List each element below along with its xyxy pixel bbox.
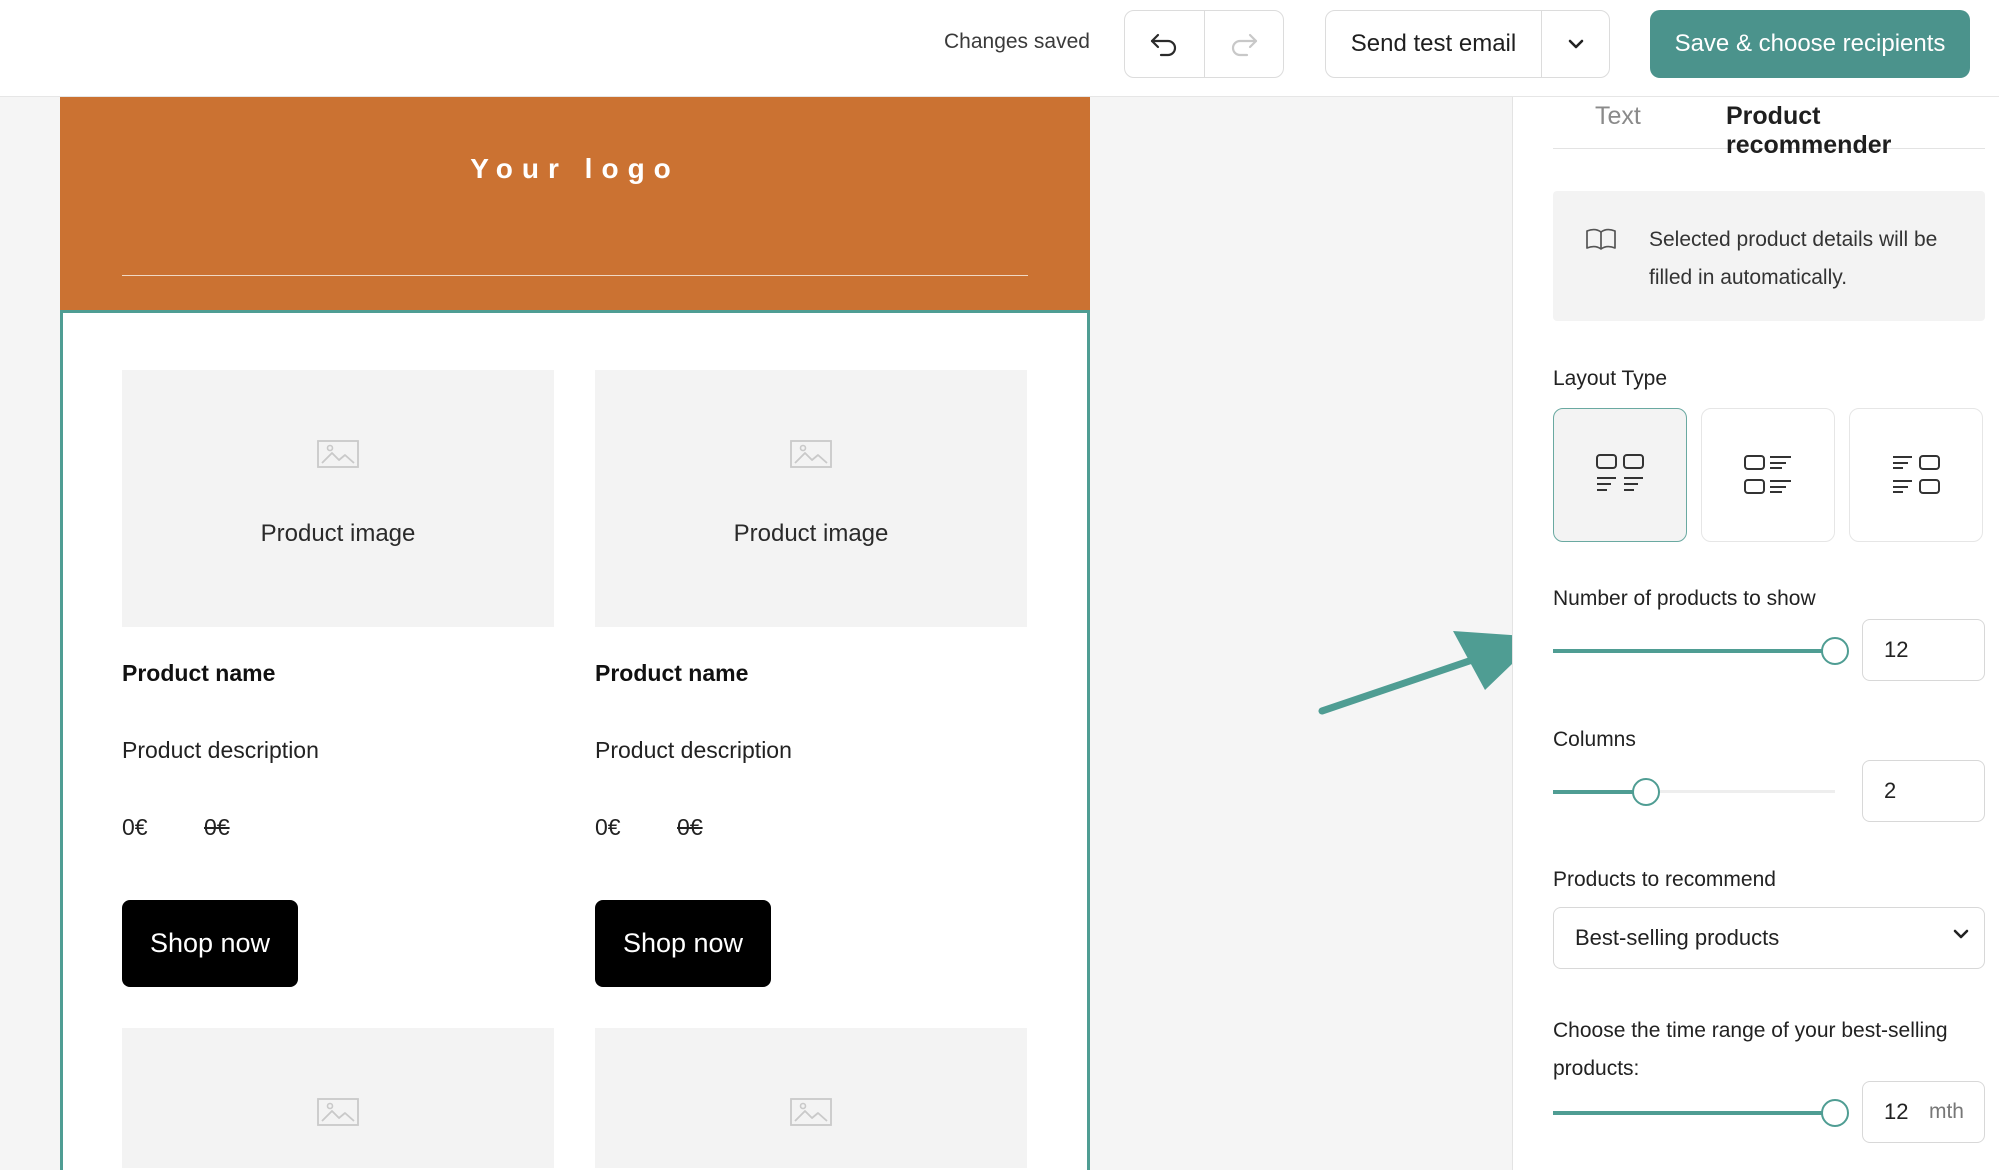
- top-toolbar: Changes saved Send test email Save & cho…: [0, 0, 1999, 97]
- slider-handle[interactable]: [1821, 637, 1849, 665]
- shop-now-button[interactable]: Shop now: [595, 900, 771, 987]
- product-image-placeholder[interactable]: Product image: [122, 370, 554, 627]
- save-choose-recipients-button[interactable]: Save & choose recipients: [1650, 10, 1970, 78]
- history-button-group: [1124, 10, 1284, 78]
- time-range-value: 12: [1884, 1099, 1909, 1124]
- products-count-input[interactable]: 12: [1862, 619, 1985, 681]
- info-note: Selected product details will be filled …: [1553, 191, 1985, 321]
- list-image-right-icon: [1893, 455, 1940, 494]
- layout-option-grid[interactable]: [1553, 408, 1687, 542]
- slider-handle[interactable]: [1632, 778, 1661, 806]
- product-old-price: 0€: [204, 814, 230, 840]
- product-image-placeholder[interactable]: Product image: [595, 370, 1027, 627]
- logo-placeholder[interactable]: Your logo: [60, 153, 1090, 185]
- image-icon: [790, 440, 832, 468]
- time-range-slider[interactable]: [1553, 1098, 1849, 1128]
- save-status-text: Changes saved: [944, 30, 1090, 53]
- slider-fill: [1553, 649, 1835, 653]
- product-card[interactable]: Product image Product name Product descr…: [122, 370, 554, 987]
- time-range-label: Choose the time range of your best-selli…: [1553, 1019, 1948, 1080]
- slider-fill: [1553, 1111, 1835, 1115]
- send-options-dropdown[interactable]: [1541, 11, 1609, 77]
- email-canvas: Your logo Product image Product name Pro…: [60, 97, 1090, 1170]
- layout-option-image-left[interactable]: [1701, 408, 1835, 542]
- send-test-email-group: Send test email: [1325, 10, 1610, 78]
- slider-handle[interactable]: [1821, 1099, 1849, 1127]
- product-image-placeholder[interactable]: [122, 1028, 554, 1168]
- send-test-email-button[interactable]: Send test email: [1326, 11, 1541, 77]
- product-image-label: Product image: [733, 520, 889, 547]
- product-name: Product name: [122, 660, 276, 686]
- columns-label: Columns: [1553, 728, 1636, 751]
- recommend-selected-value: Best-selling products: [1575, 925, 1780, 950]
- book-icon: [1586, 228, 1616, 250]
- product-recommender-block[interactable]: Product image Product name Product descr…: [60, 310, 1090, 1170]
- redo-icon: [1231, 33, 1257, 57]
- time-range-input[interactable]: 12 mth: [1862, 1081, 1985, 1143]
- product-name: Product name: [595, 660, 749, 686]
- header-divider: [122, 275, 1028, 276]
- layout-option-image-right[interactable]: [1849, 408, 1983, 542]
- tab-product-recommender[interactable]: Product recommender: [1726, 102, 1985, 160]
- product-old-price: 0€: [677, 814, 703, 840]
- product-card[interactable]: [122, 1028, 554, 1168]
- columns-value: 2: [1884, 778, 1897, 803]
- chevron-down-icon: [1568, 39, 1583, 49]
- undo-icon: [1151, 33, 1177, 57]
- products-count-slider[interactable]: [1553, 636, 1849, 666]
- chevron-down-icon: [1953, 929, 1969, 939]
- tab-text[interactable]: Text: [1595, 102, 1641, 131]
- time-range-unit: mth: [1928, 1100, 1964, 1123]
- columns-slider[interactable]: [1553, 777, 1849, 807]
- columns-input[interactable]: 2: [1862, 760, 1985, 822]
- image-icon: [317, 440, 359, 468]
- image-icon: [790, 1098, 832, 1126]
- panel-tabs: Text Product recommender: [1553, 97, 1985, 159]
- image-icon: [317, 1098, 359, 1126]
- list-image-left-icon: [1744, 455, 1791, 494]
- shop-now-button[interactable]: Shop now: [122, 900, 298, 987]
- products-count-label: Number of products to show: [1553, 587, 1816, 610]
- layout-type-label: Layout Type: [1553, 367, 1668, 390]
- product-price: 0€: [595, 814, 621, 840]
- recommend-label: Products to recommend: [1553, 868, 1776, 891]
- product-image-label: Product image: [260, 520, 416, 547]
- products-count-value: 12: [1884, 637, 1909, 662]
- product-image-placeholder[interactable]: [595, 1028, 1027, 1168]
- email-header-block[interactable]: Your logo: [60, 97, 1090, 310]
- product-price: 0€: [122, 814, 148, 840]
- redo-button[interactable]: [1203, 11, 1284, 77]
- product-description: Product description: [122, 737, 319, 763]
- grid-layout-icon: [1596, 454, 1644, 491]
- product-description: Product description: [595, 737, 792, 763]
- recommend-select[interactable]: Best-selling products: [1553, 907, 1985, 969]
- undo-button[interactable]: [1125, 11, 1204, 77]
- info-text: Selected product details will be filled …: [1649, 228, 1938, 289]
- settings-panel: Text Product recommender Selected produc…: [1512, 97, 1999, 1170]
- product-card[interactable]: [595, 1028, 1027, 1168]
- product-card[interactable]: Product image Product name Product descr…: [595, 370, 1027, 987]
